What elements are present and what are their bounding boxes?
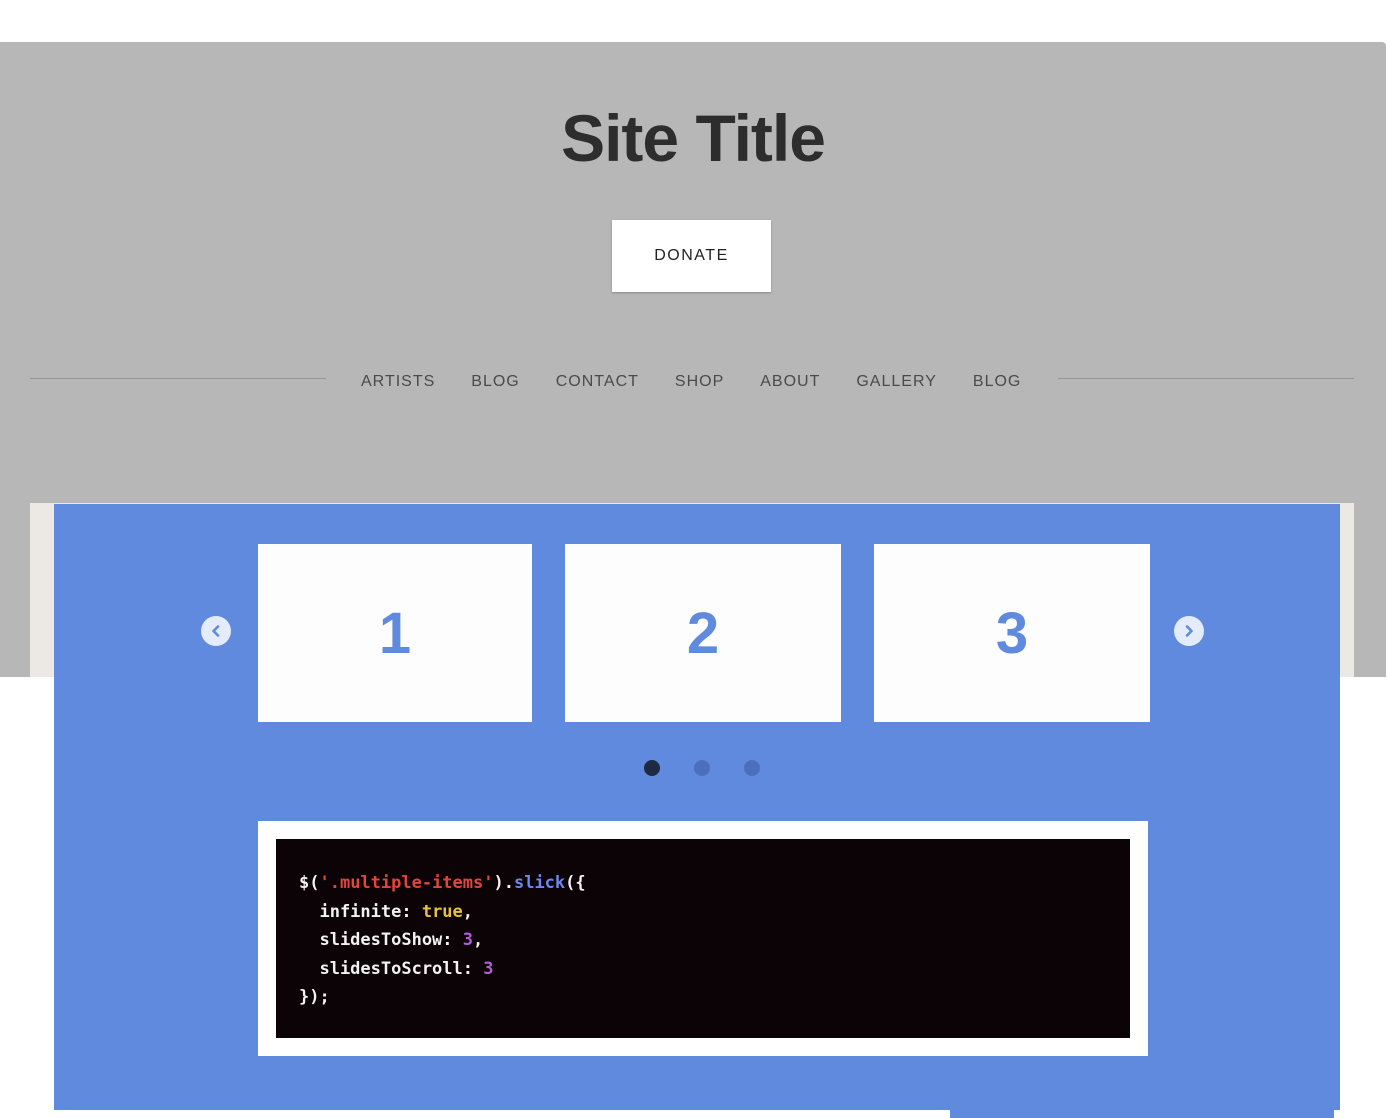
code-token-number: 3 [483, 958, 494, 979]
carousel-dot-3[interactable] [744, 760, 760, 776]
code-block: $('.multiple-items').slick({ infinite: t… [276, 839, 1130, 1038]
code-line-3: slidesToShow: 3, [299, 926, 1130, 955]
code-token-string: '.multiple-items' [319, 873, 494, 893]
code-token: infinite: [299, 901, 422, 922]
code-token: , [473, 930, 484, 950]
code-line-1: $('.multiple-items').slick({ [299, 869, 1130, 898]
carousel-dot-2[interactable] [694, 760, 710, 776]
chevron-left-icon [212, 625, 220, 637]
carousel-next-button[interactable] [1174, 616, 1204, 646]
main-nav: ARTISTS BLOG CONTACT SHOP ABOUT GALLERY … [343, 373, 1039, 391]
carousel-demo-panel-extension [950, 1064, 1334, 1118]
code-token: slidesToShow: [299, 930, 463, 950]
code-token: }); [299, 987, 330, 1007]
code-token-number: 3 [462, 930, 474, 950]
nav-divider-left [30, 378, 326, 379]
nav-link-gallery[interactable]: GALLERY [838, 373, 955, 391]
code-line-4: slidesToScroll: 3 [299, 955, 1130, 984]
code-line-5: }); [299, 983, 1130, 1012]
carousel-slide-2[interactable]: 2 [565, 544, 841, 722]
code-line-2: infinite: true, [299, 898, 1130, 927]
carousel-dots [644, 760, 794, 776]
site-title[interactable]: Site Title [0, 100, 1386, 176]
code-token: ). [493, 873, 514, 893]
nav-link-shop[interactable]: SHOP [657, 373, 742, 391]
carousel-slide-1[interactable]: 1 [258, 544, 532, 722]
carousel-slide-3[interactable]: 3 [874, 544, 1150, 722]
nav-link-about[interactable]: ABOUT [742, 373, 838, 391]
donate-button[interactable]: DONATE [612, 220, 771, 292]
carousel-dot-1[interactable] [644, 760, 660, 776]
code-token: $( [299, 873, 320, 893]
nav-divider-right [1058, 378, 1354, 379]
code-token-function: slick [513, 873, 566, 893]
nav-link-artists[interactable]: ARTISTS [343, 373, 453, 391]
code-token-boolean: true [421, 901, 463, 922]
code-token: ({ [565, 873, 586, 893]
code-token: , [462, 901, 474, 922]
nav-link-blog[interactable]: BLOG [453, 373, 537, 391]
code-token: slidesToScroll: [299, 958, 484, 979]
nav-link-contact[interactable]: CONTACT [538, 373, 657, 391]
nav-link-blog-2[interactable]: BLOG [955, 373, 1039, 391]
carousel-prev-button[interactable] [201, 616, 231, 646]
chevron-right-icon [1185, 625, 1193, 637]
